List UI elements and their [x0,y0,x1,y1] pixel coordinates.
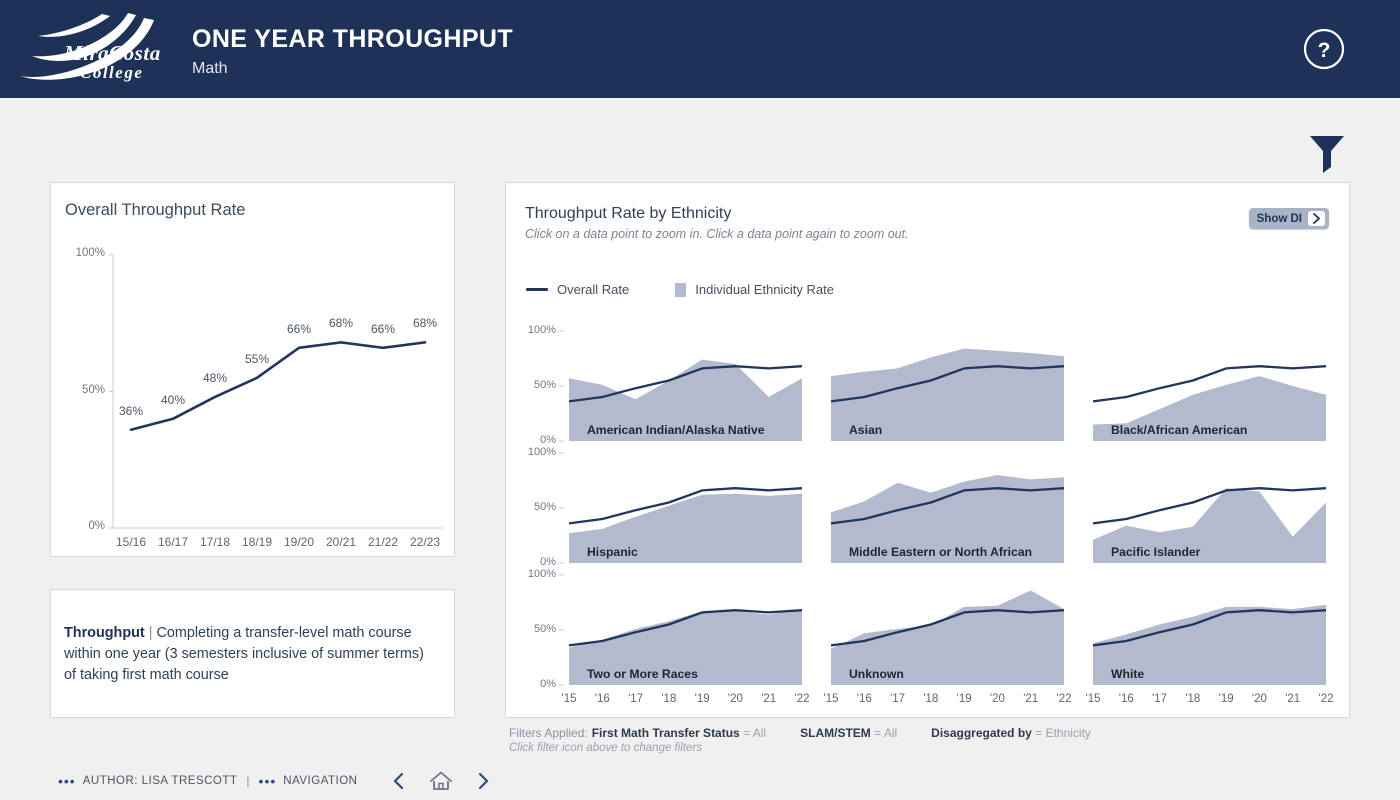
author-label: AUTHOR: LISA TRESCOTT [82,775,238,787]
ethnicity-x-tick-c0-1: '16 [594,693,610,705]
overall-throughput-chart[interactable] [51,183,456,558]
overall-data-label-6: 66% [370,321,396,336]
ethnicity-subplot-title-1: Asian [849,423,883,437]
ethnicity-y-tick-r1-1: 50% [533,501,556,513]
page-subtitle: Math [192,60,228,77]
definition-term: Throughput [64,625,145,641]
ethnicity-x-tick-c2-7: '22 [1318,693,1334,705]
ethnicity-x-tick-c0-2: '17 [628,693,644,705]
overall-throughput-panel: Overall Throughput Rate 0% 50% 100% 15/16 1… [50,182,455,557]
filters-hint: Click filter icon above to change filter… [509,742,703,754]
overall-y-tick-1: 50% [81,383,105,396]
ethnicity-x-tick-c1-4: '19 [956,693,972,705]
filters-lead-label: Filters Applied: [509,726,588,740]
ethnicity-x-tick-c1-5: '20 [989,693,1005,705]
ethnicity-panel: Throughput Rate by Ethnicity Click on a … [505,182,1350,718]
ethnicity-y-tick-r0-0: 0% [540,434,556,446]
overall-data-label-4: 66% [286,321,312,336]
ethnicity-x-tick-c2-3: '18 [1185,693,1201,705]
chevron-right-icon[interactable] [475,771,492,791]
ethnicity-subplot-title-0: American Indian/Alaska Native [587,423,765,437]
ethnicity-x-tick-c2-0: '15 [1085,693,1101,705]
home-icon[interactable] [429,770,453,792]
filter-eq-2: = [1035,726,1043,740]
ethnicity-y-tick-r0-2: 100% [527,324,556,336]
ethnicity-x-tick-c0-6: '21 [761,693,777,705]
filter-eq-1: = [874,726,882,740]
miracosta-logo: MiraCosta College [12,6,172,92]
filter-item-2[interactable]: Disaggregated by = Ethnicity [931,726,1091,740]
filter-value-0: All [752,726,767,740]
overall-y-tick-2: 100% [75,247,105,259]
ethnicity-y-tick-r1-0: 0% [540,556,556,568]
filter-eq-0: = [743,726,751,740]
dashboard-root: MiraCosta College ONE YEAR THROUGHPUT Ma… [0,0,1400,800]
ethnicity-y-tick-r2-1: 50% [533,623,556,635]
ethnicity-y-tick-r2-0: 0% [540,678,556,690]
ethnicity-x-tick-c2-5: '20 [1251,693,1267,705]
filter-name-2: Disaggregated by [931,726,1032,740]
app-header: MiraCosta College ONE YEAR THROUGHPUT Ma… [0,0,1400,98]
svg-text:?: ? [1318,39,1331,62]
ethnicity-x-tick-c1-3: '18 [923,693,939,705]
navigation-dots-icon: ••• [258,773,277,789]
overall-x-tick-7: 22/23 [409,535,441,549]
overall-data-label-1: 40% [160,392,186,407]
ethnicity-x-tick-c2-1: '16 [1118,693,1134,705]
ethnicity-subplot-title-2: Black/African American [1111,423,1248,437]
ethnicity-subplot-title-5: Pacific Islander [1111,545,1201,559]
overall-y-tick-0: 0% [88,520,105,532]
ethnicity-y-tick-r1-2: 100% [527,446,556,458]
ethnicity-y-tick-r0-1: 50% [533,379,556,391]
ethnicity-small-multiples[interactable] [506,183,1351,719]
footer-separator: | [246,774,250,788]
filter-value-2: Ethnicity [1045,726,1091,740]
navigation-label[interactable]: NAVIGATION [283,775,357,787]
author-dots-icon: ••• [58,773,76,789]
funnel-icon[interactable] [1307,131,1347,173]
overall-data-label-7: 68% [412,316,438,331]
ethnicity-y-tick-r2-2: 100% [527,568,556,580]
page-title: ONE YEAR THROUGHPUT [192,25,514,53]
ethnicity-x-tick-c2-4: '19 [1218,693,1234,705]
ethnicity-x-tick-c0-0: '15 [561,693,577,705]
help-circle-icon[interactable]: ? [1302,27,1346,71]
logo-line-1: MiraCosta [64,41,161,65]
ethnicity-subplot-title-3: Hispanic [587,545,638,559]
filter-value-1: All [883,726,898,740]
ethnicity-x-tick-c1-2: '17 [890,693,906,705]
ethnicity-x-tick-c2-2: '17 [1152,693,1168,705]
footer-bar: ••• AUTHOR: LISA TRESCOTT | ••• NAVIGATI… [58,770,492,792]
overall-data-label-3: 55% [244,351,270,366]
logo-wordmark: MiraCosta College [64,42,161,82]
ethnicity-subplot-title-7: Unknown [849,667,904,681]
ethnicity-subplot-title-6: Two or More Races [587,667,698,681]
filter-name-0: First Math Transfer Status [591,726,740,740]
ethnicity-x-tick-c1-0: '15 [823,693,839,705]
filters-applied-row: Filters Applied: First Math Transfer Sta… [509,726,1091,740]
overall-data-label-0: 36% [118,403,144,418]
overall-data-label-5: 68% [328,316,354,331]
chevron-left-icon[interactable] [390,771,407,791]
definition-text: Throughput | Completing a transfer-level… [64,623,424,686]
filter-item-1[interactable]: SLAM/STEM = All [800,726,897,740]
logo-line-2: College [80,63,144,83]
ethnicity-x-tick-c1-1: '16 [856,693,872,705]
filter-name-1: SLAM/STEM [800,726,871,740]
filter-item-0[interactable]: First Math Transfer Status = All [592,726,766,740]
ethnicity-x-tick-c0-5: '20 [727,693,743,705]
ethnicity-subplot-title-8: White [1111,667,1145,681]
ethnicity-x-tick-c0-4: '19 [694,693,710,705]
ethnicity-x-tick-c2-6: '21 [1285,693,1301,705]
ethnicity-x-tick-c0-3: '18 [661,693,677,705]
ethnicity-x-tick-c1-6: '21 [1023,693,1039,705]
overall-data-label-2: 48% [202,370,228,385]
definition-panel: Throughput | Completing a transfer-level… [50,589,455,718]
ethnicity-subplot-title-4: Middle Eastern or North African [849,545,1033,559]
